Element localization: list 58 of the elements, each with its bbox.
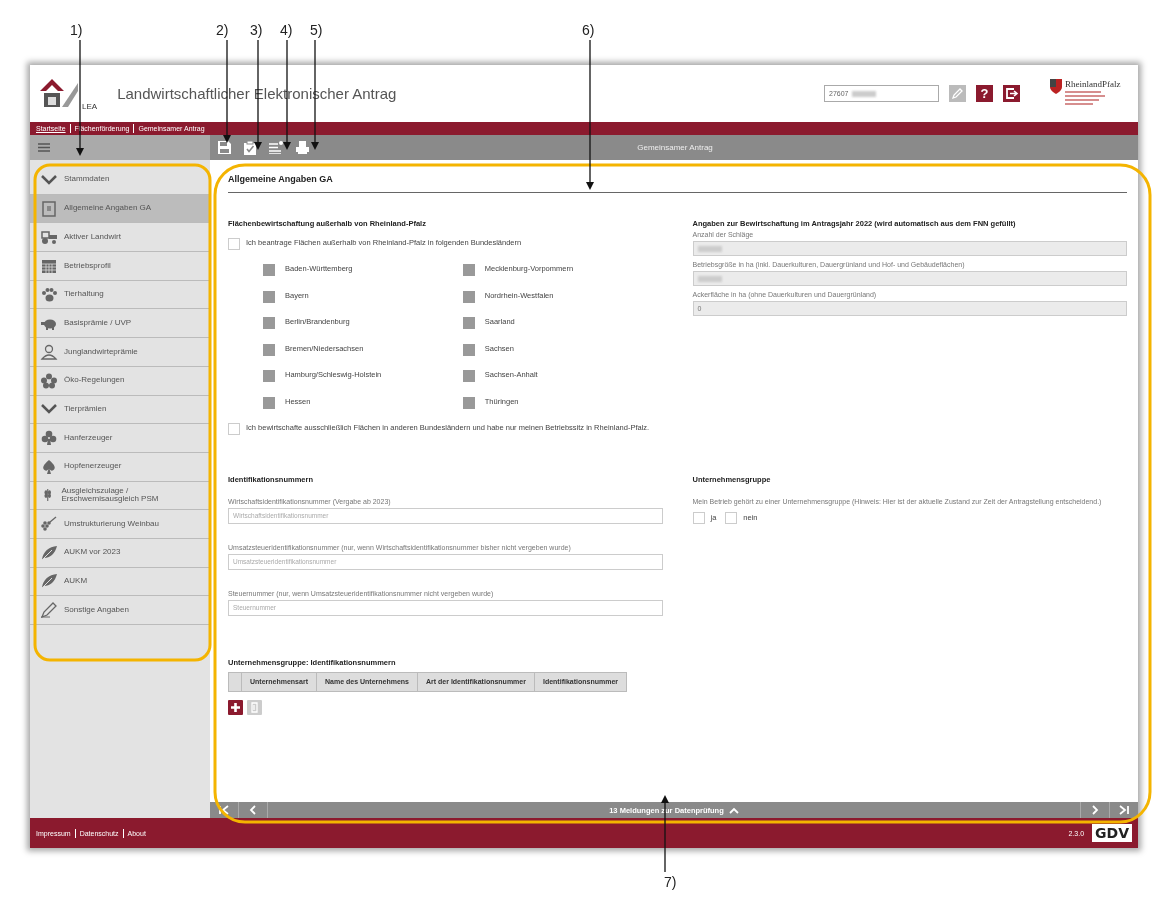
callout-number: 5) <box>310 22 323 38</box>
document-icon <box>40 200 58 217</box>
sidebar-item[interactable]: Stammdaten <box>30 166 210 195</box>
clipboard-check-icon[interactable] <box>244 140 256 155</box>
help-button[interactable]: ? <box>976 85 993 102</box>
print-icon[interactable] <box>296 141 309 154</box>
save-icon[interactable] <box>218 141 231 154</box>
ministry-text-drawing <box>1065 90 1105 108</box>
checkbox[interactable] <box>228 238 240 250</box>
logout-icon[interactable] <box>1003 85 1020 102</box>
paw-icon <box>40 286 58 303</box>
add-button[interactable] <box>228 699 243 715</box>
callout-number: 6) <box>582 22 595 38</box>
callout-number: 4) <box>280 22 293 38</box>
caret-up-icon[interactable] <box>728 806 739 814</box>
page-title: Allgemeine Angaben GA <box>228 174 1127 193</box>
sidebar-item[interactable]: Öko-Regelungen <box>30 366 210 396</box>
sidebar-item[interactable]: AUKM vor 2023 <box>30 538 210 568</box>
leaf-icon <box>40 544 58 561</box>
list-icon[interactable] <box>269 141 283 154</box>
callout-number: 3) <box>250 22 263 38</box>
crest-icon <box>1050 79 1062 94</box>
callout-number: 7) <box>664 874 677 890</box>
spade-icon <box>40 458 58 475</box>
flower-icon <box>40 372 58 389</box>
callout-number: 1) <box>70 22 83 38</box>
sidebar-item[interactable]: Aktiver Landwirt <box>30 223 210 253</box>
leaf-icon <box>40 573 58 590</box>
company-logo: GDV <box>1092 824 1132 842</box>
menu-icon[interactable] <box>38 143 50 152</box>
tractor-icon <box>40 229 58 246</box>
logo-text: LEA <box>82 101 98 111</box>
callout-number: 2) <box>216 22 229 38</box>
person-icon <box>40 343 58 360</box>
sidebar-item[interactable]: Junglandwirteprämie <box>30 338 210 367</box>
checkbox[interactable] <box>228 422 240 435</box>
sidebar-item[interactable]: Betriebsprofil <box>30 252 210 281</box>
sidebar-item[interactable]: Umstrukturierung Weinbau <box>30 510 210 539</box>
calendar-icon <box>40 257 58 274</box>
pen-icon <box>40 602 58 619</box>
checkbox[interactable] <box>725 511 738 524</box>
chevron-down-icon <box>40 173 58 186</box>
sidebar-item[interactable]: Sonstige Angaben <box>30 596 210 625</box>
chevron-down-icon <box>40 403 58 416</box>
state-logo-text: RheinlandPfalz <box>1065 79 1121 89</box>
sidebar-item[interactable]: Hopfenerzeuger <box>30 452 210 482</box>
sidebar-item[interactable]: AUKM <box>30 567 210 597</box>
checkbox[interactable] <box>692 511 705 524</box>
edit-icon[interactable] <box>949 85 966 102</box>
grapes-icon <box>40 516 58 533</box>
club-icon <box>40 430 58 447</box>
sidebar-item[interactable]: Basisprämie / UVP <box>30 309 210 339</box>
sidebar-item[interactable]: Allgemeine Angaben GA <box>30 194 210 224</box>
sidebar-item[interactable]: Tierprämien <box>30 395 210 425</box>
sidebar-item[interactable]: Tierhaltung <box>30 280 210 310</box>
sidebar-item[interactable]: Ausgleichszulage / Erschwernisausgleich PSM <box>30 481 210 511</box>
toolbar-title: Gemeinsamer Antrag <box>636 143 714 152</box>
sidebar-item[interactable]: Hanferzeuger <box>30 424 210 453</box>
